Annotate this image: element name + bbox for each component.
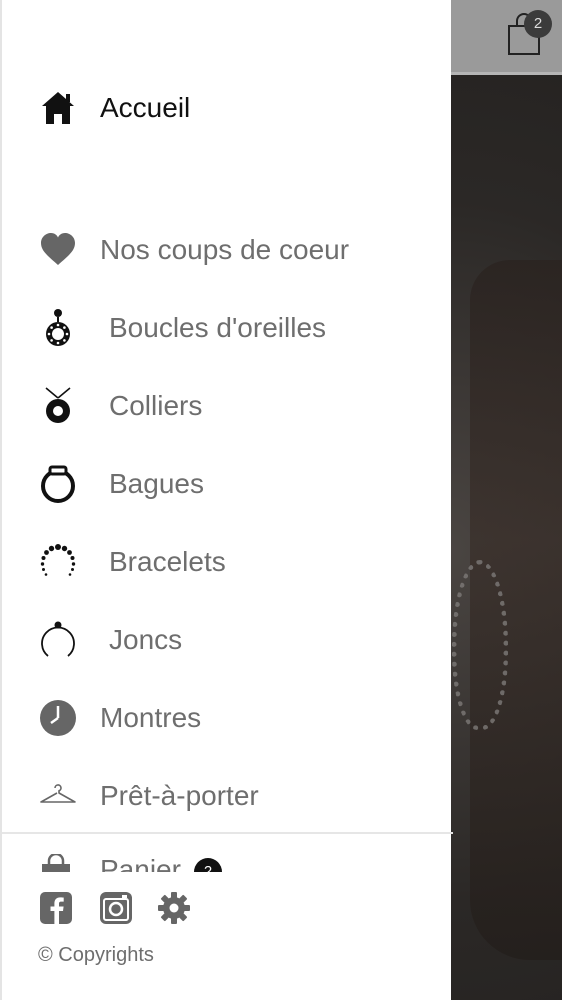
menu-item-label: Accueil [100, 92, 191, 123]
menu-item-joncs[interactable]: Joncs [2, 608, 453, 672]
menu-item-montres[interactable]: Montres [2, 686, 453, 750]
menu-item-label: Joncs [109, 624, 183, 655]
shopping-bag-icon [42, 854, 70, 872]
home-icon [42, 92, 74, 124]
menu-item-label: Montres [100, 702, 202, 733]
menu-item-boucles-doreilles[interactable]: Boucles d'oreilles [2, 296, 453, 360]
cart-count-badge: 2 [524, 10, 552, 38]
panier-label: Panier [100, 854, 181, 872]
background-earring [452, 560, 508, 730]
menu-item-label: Bracelets [109, 546, 226, 577]
menu-item-colliers[interactable]: Colliers [2, 374, 453, 438]
ring-icon [41, 465, 75, 503]
menu-item-bracelets[interactable]: Bracelets [2, 530, 453, 594]
menu-item-coups-de-coeur[interactable]: Nos coups de coeur [2, 218, 453, 282]
menu-item-label: Bagues [109, 468, 204, 499]
heart-icon [41, 233, 75, 265]
necklace-icon [45, 387, 71, 423]
bangle-icon [41, 621, 75, 657]
side-drawer: Accueil Nos coups de coeur Boucles d'ore… [0, 0, 453, 1000]
menu-item-accueil[interactable]: Accueil [2, 76, 453, 140]
settings-gear-icon[interactable] [156, 890, 192, 926]
menu-item-label: Boucles d'oreilles [109, 312, 327, 343]
hanger-icon [40, 784, 76, 803]
panier-count-badge: 2 [194, 858, 222, 872]
bracelet-icon [40, 544, 76, 576]
menu-item-label: Prêt-à-porter [100, 780, 259, 811]
menu-item-label: Colliers [109, 390, 203, 421]
instagram-icon[interactable] [98, 890, 134, 926]
clock-icon [40, 700, 76, 736]
menu-item-label: Nos coups de coeur [100, 234, 350, 265]
earring-icon [46, 309, 70, 346]
menu-divider [2, 832, 453, 834]
facebook-icon[interactable] [38, 890, 74, 926]
menu-item-panier[interactable]: Panier 2 [2, 852, 453, 872]
menu-item-pret-a-porter[interactable]: Prêt-à-porter [2, 764, 453, 828]
menu-item-bagues[interactable]: Bagues [2, 452, 453, 516]
copyright-text: © Copyrights [38, 944, 154, 966]
